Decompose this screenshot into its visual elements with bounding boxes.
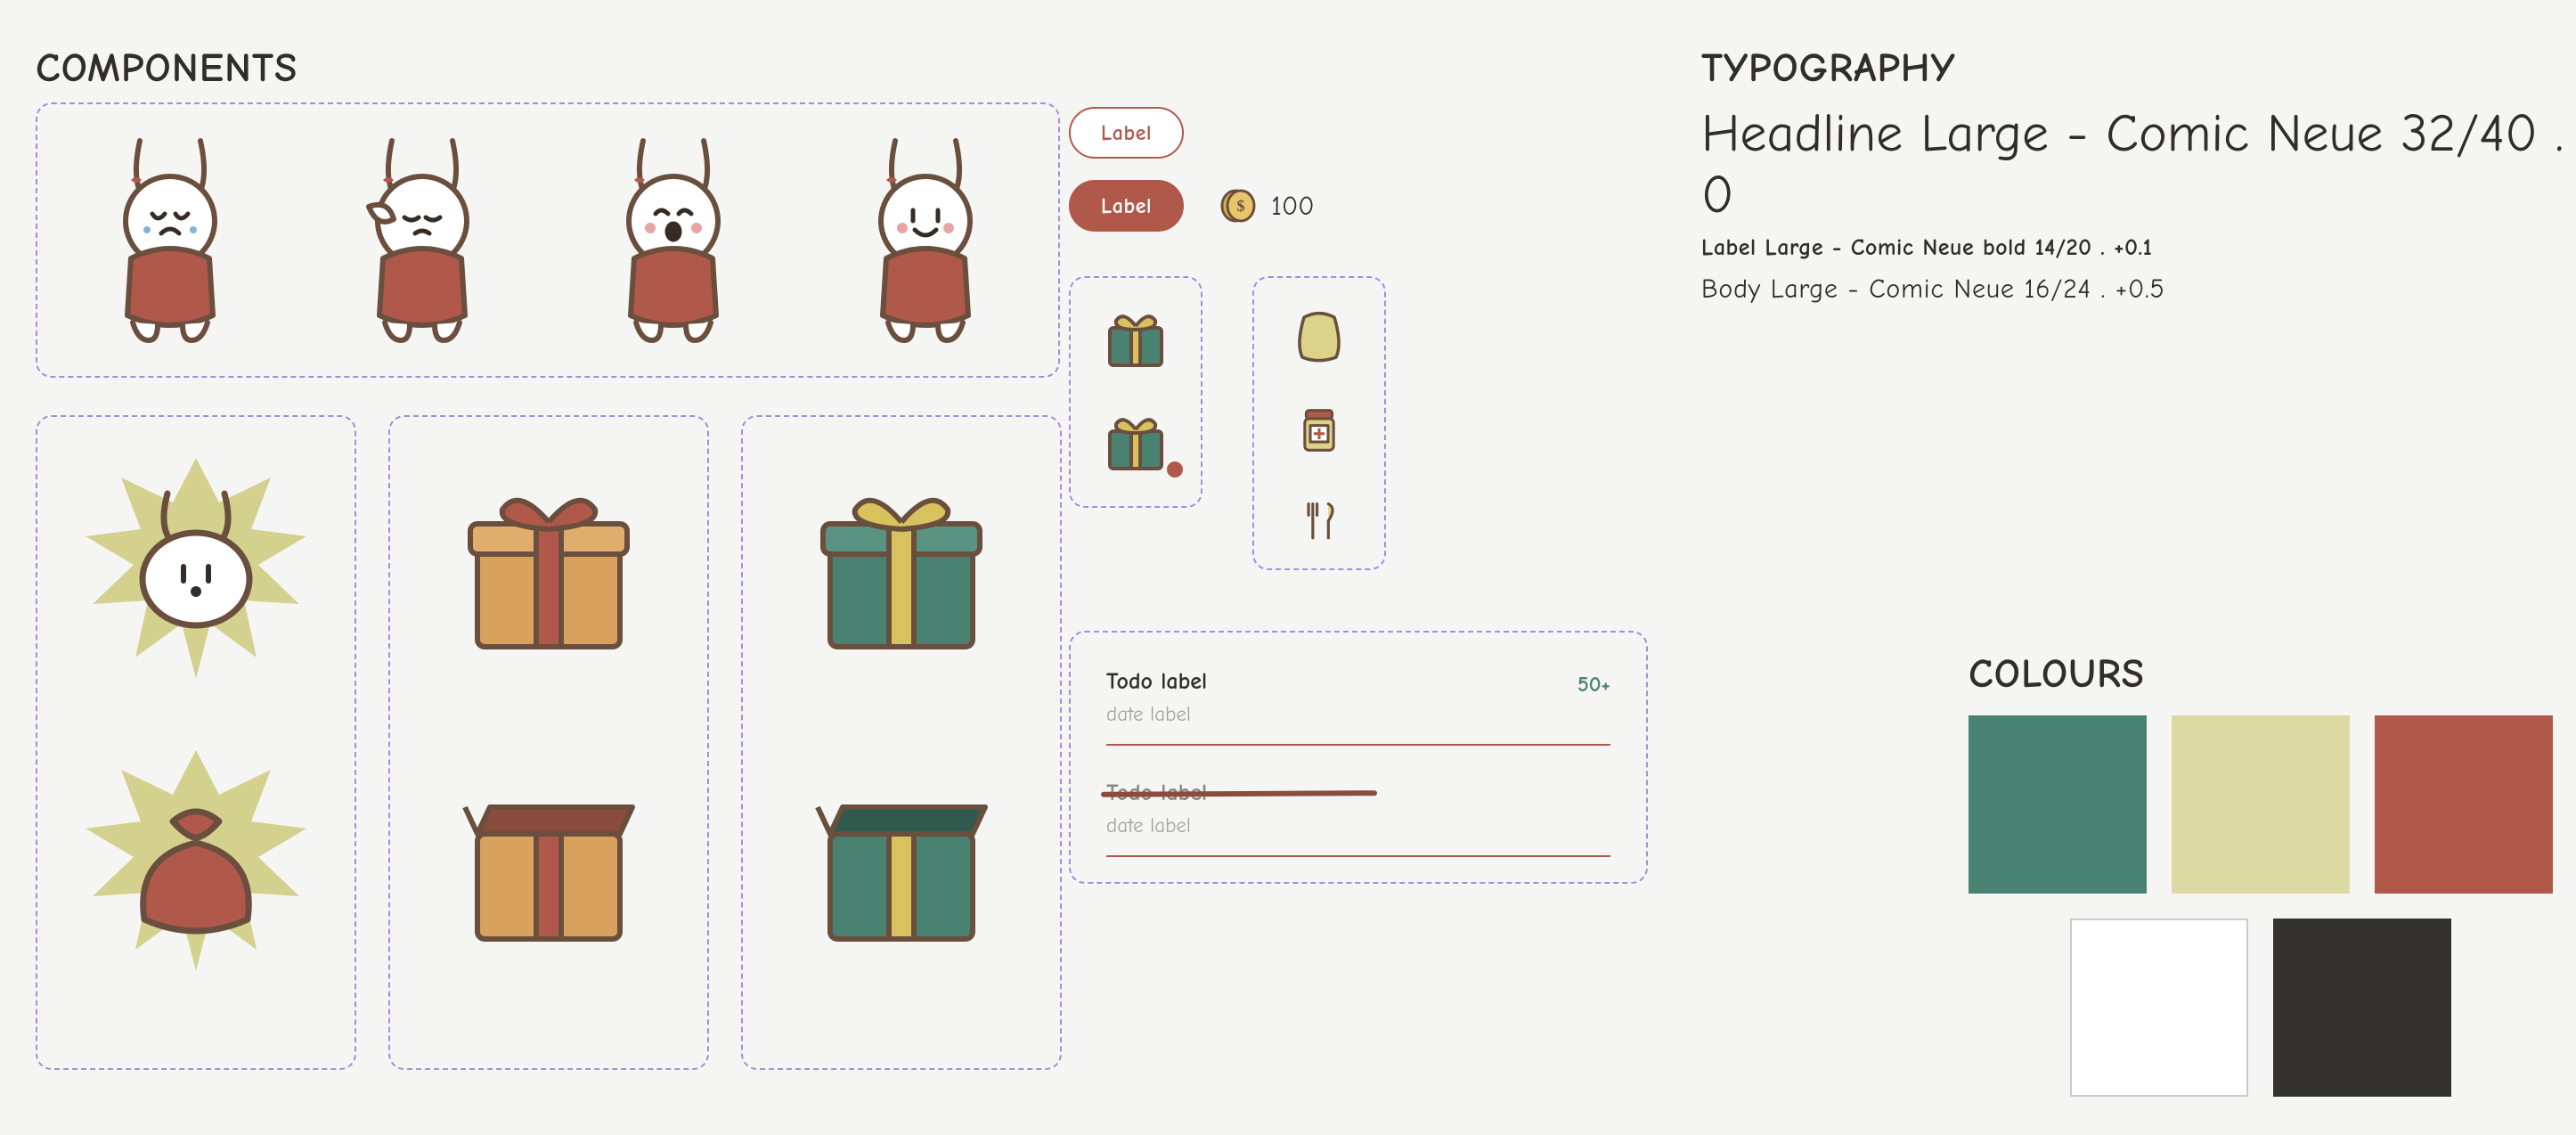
todo-date: date label: [1106, 702, 1610, 726]
bunny-sad-icon: [314, 113, 531, 367]
clothes-icon: [1284, 303, 1354, 365]
cutlery-icon: [1284, 495, 1354, 551]
todo-item-done[interactable]: Todo label date label: [1106, 780, 1610, 857]
todo-count-badge: 50+: [1577, 672, 1610, 697]
chip-outline[interactable]: Label: [1069, 107, 1184, 159]
typography-heading: TYPOGRAPHY: [1701, 45, 2574, 92]
bunny-cry-icon: [62, 113, 279, 367]
currency-amount: 100: [1271, 191, 1314, 222]
gift-green-small-icon: [1101, 303, 1170, 372]
chip-filled[interactable]: Label: [1069, 180, 1184, 232]
todo-date: date label: [1106, 813, 1610, 837]
sack-burst-icon: [80, 745, 312, 976]
svg-text:$: $: [1237, 197, 1245, 215]
swatch-cream: [2172, 715, 2350, 894]
todo-list-group: Todo label date label 50+ Todo label dat…: [1069, 631, 1648, 884]
typography-label-sample: Label Large - Comic Neue bold 14/20 . +0…: [1701, 234, 2574, 261]
bunny-states-group: [36, 102, 1060, 378]
swatch-primary: [1969, 715, 2147, 894]
components-heading: COMPONENTS: [36, 45, 1069, 92]
reward-card-orange-gift: [388, 415, 709, 1070]
gift-green-closed-icon: [786, 453, 1017, 684]
reward-card-bunny: [36, 415, 356, 1070]
inventory-gifts-group: [1069, 276, 1202, 508]
bunny-sing-icon: [566, 113, 782, 367]
bunny-happy-icon: [818, 113, 1034, 367]
currency-display: $ 100: [1219, 187, 1314, 225]
reward-card-green-gift: [741, 415, 1062, 1070]
gift-orange-open-icon: [433, 745, 664, 976]
coin-icon: $: [1219, 187, 1257, 225]
gift-green-open-icon: [786, 745, 1017, 976]
todo-title: Todo label: [1106, 780, 1610, 806]
swatch-white: [2070, 919, 2248, 1097]
typography-headline-sample: Headline Large - Comic Neue 32/40 . 0: [1701, 102, 2574, 225]
swatch-rust: [2375, 715, 2553, 894]
inventory-needs-group: [1252, 276, 1386, 570]
swatch-charcoal: [2273, 919, 2451, 1097]
gift-green-small-notify-icon: [1101, 406, 1170, 476]
todo-title: Todo label: [1106, 668, 1610, 695]
colours-heading: COLOURS: [1969, 650, 2553, 698]
gift-orange-closed-icon: [433, 453, 664, 684]
todo-item[interactable]: Todo label date label 50+: [1106, 668, 1610, 746]
bunny-head-burst-icon: [80, 453, 312, 684]
typography-body-sample: Body Large - Comic Neue 16/24 . +0.5: [1701, 274, 2574, 305]
pill-bottle-icon: [1284, 399, 1354, 461]
